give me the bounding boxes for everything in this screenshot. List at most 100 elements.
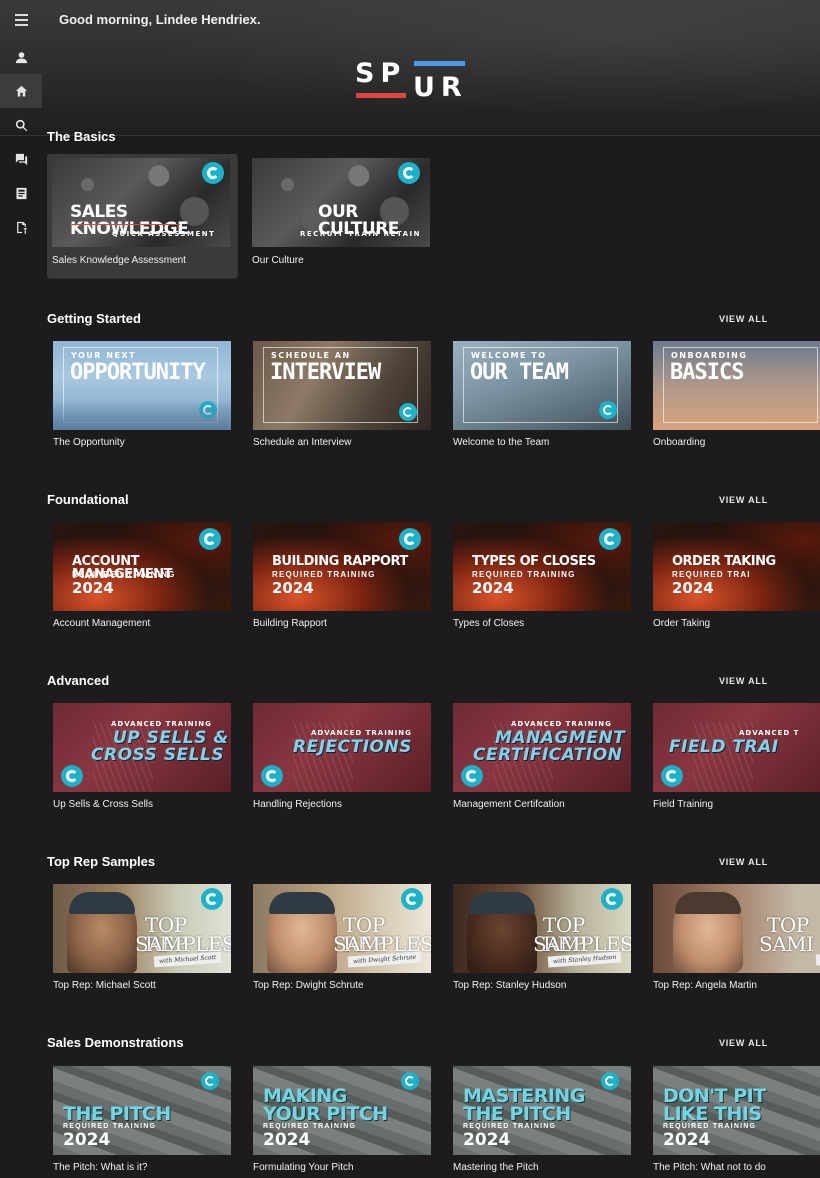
- section-foundational: Foundational VIEW ALL ACCOUNT MANAGEMENT…: [47, 492, 820, 629]
- assignment-icon: [16, 221, 27, 234]
- course-card[interactable]: SALES KNOWLEDGE QUICK ASSESSMENT Sales K…: [47, 154, 237, 278]
- spur-badge-icon: [261, 765, 283, 787]
- course-card[interactable]: OUR CULTURE RECRUIT TRAIN RETAIN Our Cul…: [247, 154, 433, 278]
- card-label: Handling Rejections: [253, 799, 342, 810]
- card-label: Up Sells & Cross Sells: [53, 799, 154, 810]
- course-thumbnail: THE PITCH REQUIRED TRAINING 2024: [53, 1066, 231, 1155]
- course-thumbnail: TOP REP SAMPLES with Michael Scott: [53, 884, 231, 973]
- sidebar-item-assignments[interactable]: [0, 210, 42, 244]
- course-thumbnail: YOUR NEXT OPPORTUNITY: [53, 341, 231, 430]
- course-card[interactable]: BUILDING RAPPORT REQUIRED TRAINING 2024 …: [247, 522, 433, 632]
- view-all-link[interactable]: VIEW ALL: [719, 857, 768, 867]
- top-bar: Good morning, Lindee Hendriex. SP UR: [0, 0, 820, 136]
- sidebar-item-library[interactable]: [0, 176, 42, 210]
- spur-badge-icon: [401, 1072, 419, 1090]
- card-label: Formulating Your Pitch: [253, 1162, 354, 1173]
- course-thumbnail: TYPES OF CLOSES REQUIRED TRAINING 2024: [453, 522, 631, 611]
- course-card[interactable]: ADVANCED TRAINING MANAGMENT CERTIFICATIO…: [447, 703, 633, 813]
- sidebar-nav: [0, 40, 42, 245]
- card-label: Top Rep: Stanley Hudson: [453, 980, 567, 991]
- course-thumbnail: ORDER TAKING REQUIRED TRAI 2024: [653, 522, 820, 611]
- view-all-link[interactable]: VIEW ALL: [719, 676, 768, 686]
- card-label: Top Rep: Michael Scott: [53, 980, 156, 991]
- course-thumbnail: SCHEDULE AN INTERVIEW: [253, 341, 431, 430]
- sidebar-item-search[interactable]: [0, 108, 42, 142]
- sidebar-item-messages[interactable]: [0, 142, 42, 176]
- section-the-basics: The Basics SALES KNOWLEDGE QUICK ASSESSM…: [47, 129, 820, 278]
- rep-portrait: [67, 892, 137, 973]
- course-card[interactable]: MAKING YOUR PITCH REQUIRED TRAINING 2024…: [247, 1066, 433, 1176]
- spur-badge-icon: [599, 401, 617, 419]
- section-title: The Basics: [47, 129, 116, 144]
- section-title: Getting Started: [47, 311, 141, 326]
- course-card[interactable]: DON'T PIT LIKE THIS REQUIRED TRAINING 20…: [647, 1066, 820, 1176]
- greeting-text: Good morning, Lindee Hendriex.: [59, 12, 261, 27]
- course-thumbnail: ADVANCED TRAINING UP SELLS & CROSS SELLS: [53, 703, 231, 792]
- course-card[interactable]: ACCOUNT MANAGEMENT REQUIRED TRAINING 202…: [47, 522, 233, 632]
- spur-badge-icon: [601, 888, 623, 910]
- course-card[interactable]: TYPES OF CLOSES REQUIRED TRAINING 2024 T…: [447, 522, 633, 632]
- course-card[interactable]: TOP REP SAMPLES with Stanley Hudson Top …: [447, 884, 633, 994]
- course-card[interactable]: ORDER TAKING REQUIRED TRAI 2024 Order Ta…: [647, 522, 820, 632]
- course-card[interactable]: ADVANCED TRAINING UP SELLS & CROSS SELLS…: [47, 703, 233, 813]
- course-card[interactable]: ONBOARDING BASICS Onboarding: [647, 341, 820, 451]
- course-thumbnail: TOP SAMI wi: [653, 884, 820, 973]
- person-icon: [15, 51, 27, 63]
- section-getting-started: Getting Started VIEW ALL YOUR NEXT OPPOR…: [47, 311, 820, 448]
- spur-badge-icon: [61, 765, 83, 787]
- rep-portrait: [673, 892, 743, 973]
- view-all-link[interactable]: VIEW ALL: [719, 1038, 768, 1048]
- section-title: Advanced: [47, 673, 110, 688]
- card-label: The Pitch: What is it?: [53, 1162, 148, 1173]
- card-label: Types of Closes: [453, 618, 525, 629]
- course-thumbnail: ADVANCED TRAINING MANAGMENT CERTIFICATIO…: [453, 703, 631, 792]
- chat-icon: [15, 153, 27, 165]
- menu-icon[interactable]: [8, 10, 34, 30]
- course-card[interactable]: THE PITCH REQUIRED TRAINING 2024 The Pit…: [47, 1066, 233, 1176]
- spur-badge-icon: [199, 401, 217, 419]
- spur-badge-icon: [199, 528, 221, 550]
- section-advanced: Advanced VIEW ALL ADVANCED TRAINING UP S…: [47, 673, 820, 810]
- sidebar-item-profile[interactable]: [0, 40, 42, 74]
- card-label: The Opportunity: [53, 437, 125, 448]
- course-card[interactable]: ADVANCED TRAINING REJECTIONS Handling Re…: [247, 703, 433, 813]
- spur-badge-icon: [599, 528, 621, 550]
- course-card[interactable]: SCHEDULE AN INTERVIEW Schedule an Interv…: [247, 341, 433, 451]
- section-title: Top Rep Samples: [47, 854, 156, 869]
- rep-portrait: [467, 892, 537, 973]
- spur-badge-icon: [601, 1072, 619, 1090]
- rep-portrait: [267, 892, 337, 973]
- course-card[interactable]: YOUR NEXT OPPORTUNITY The Opportunity: [47, 341, 233, 451]
- course-card[interactable]: TOP SAMI wi Top Rep: Angela Martin: [647, 884, 820, 994]
- view-all-link[interactable]: VIEW ALL: [719, 495, 768, 505]
- course-thumbnail: ONBOARDING BASICS: [653, 341, 820, 430]
- spur-badge-icon: [398, 162, 420, 184]
- card-label: Top Rep: Dwight Schrute: [253, 980, 364, 991]
- course-card[interactable]: TOP REP SAMPLES with Dwight Schrute Top …: [247, 884, 433, 994]
- view-all-link[interactable]: VIEW ALL: [719, 314, 768, 324]
- spur-badge-icon: [201, 1072, 219, 1090]
- card-label: The Pitch: What not to do: [653, 1162, 766, 1173]
- spur-badge-icon: [401, 888, 423, 910]
- card-label: Field Training: [653, 799, 714, 810]
- sidebar-item-home[interactable]: [0, 74, 42, 108]
- course-thumbnail: ADVANCED T FIELD TRAI: [653, 703, 820, 792]
- course-card[interactable]: ADVANCED T FIELD TRAI Field Training: [647, 703, 820, 813]
- card-label: Our Culture: [252, 255, 304, 266]
- course-thumbnail: DON'T PIT LIKE THIS REQUIRED TRAINING 20…: [653, 1066, 820, 1155]
- spur-badge-icon: [399, 403, 417, 421]
- section-top-rep-samples: Top Rep Samples VIEW ALL TOP REP SAMPLES…: [47, 854, 820, 991]
- card-label: Onboarding: [653, 437, 706, 448]
- course-card[interactable]: TOP REP SAMPLES with Michael Scott Top R…: [47, 884, 233, 994]
- course-card[interactable]: MASTERING THE PITCH REQUIRED TRAINING 20…: [447, 1066, 633, 1176]
- course-thumbnail: TOP REP SAMPLES with Stanley Hudson: [453, 884, 631, 973]
- library-icon: [16, 187, 26, 199]
- course-card[interactable]: WELCOME TO OUR TEAM Welcome to the Team: [447, 341, 633, 451]
- section-title: Sales Demonstrations: [47, 1035, 184, 1050]
- search-icon: [15, 119, 27, 131]
- card-label: Order Taking: [653, 618, 711, 629]
- card-label: Top Rep: Angela Martin: [653, 980, 757, 991]
- card-label: Management Certifcation: [453, 799, 565, 810]
- course-thumbnail: TOP REP SAMPLES with Dwight Schrute: [253, 884, 431, 973]
- card-label: Account Management: [53, 618, 151, 629]
